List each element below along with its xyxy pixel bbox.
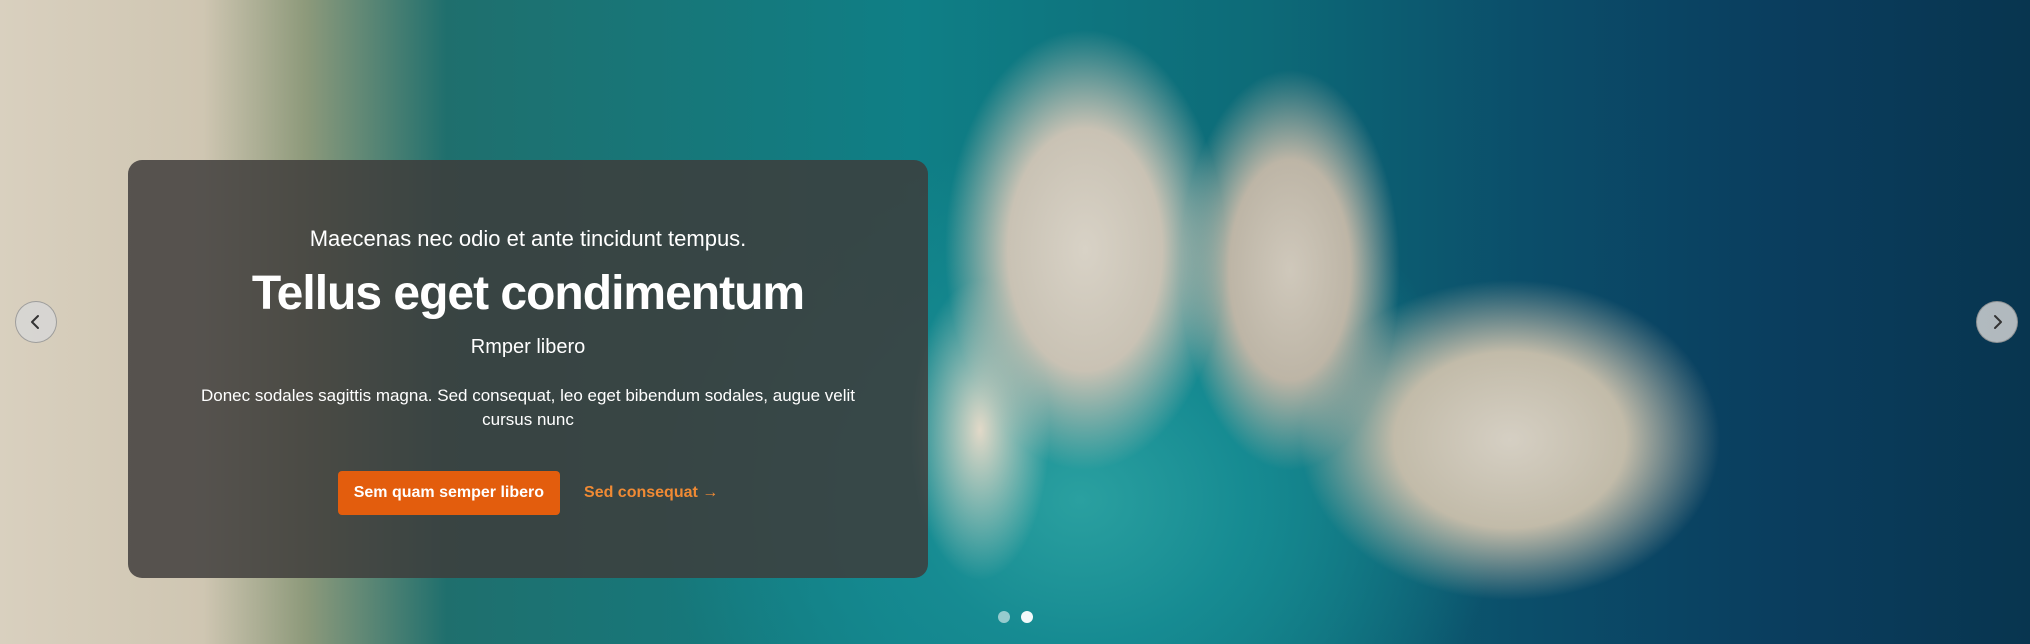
chevron-right-icon bbox=[1994, 315, 2002, 329]
secondary-cta-link[interactable]: Sed consequat → bbox=[584, 484, 718, 502]
hero-subtitle: Rmper libero bbox=[470, 336, 586, 358]
carousel-dot-2[interactable] bbox=[1020, 611, 1033, 623]
carousel-next-button[interactable] bbox=[1976, 301, 2018, 343]
hero-actions: Sem quam semper libero Sed consequat → bbox=[128, 471, 928, 515]
hero-description: Donec sodales sagittis magna. Sed conseq… bbox=[201, 386, 855, 429]
hero-eyebrow: Maecenas nec odio et ante tincidunt temp… bbox=[309, 226, 747, 251]
carousel-dot-1[interactable] bbox=[997, 611, 1010, 623]
hero-title: Tellus eget condimentum bbox=[251, 267, 805, 320]
primary-cta-button[interactable]: Sem quam semper libero bbox=[337, 471, 561, 515]
carousel-indicators bbox=[0, 611, 2030, 623]
hero-caption-panel: Maecenas nec odio et ante tincidunt temp… bbox=[128, 160, 928, 578]
chevron-left-icon bbox=[31, 315, 39, 329]
carousel-prev-button[interactable] bbox=[15, 301, 57, 343]
hero-carousel: Maecenas nec odio et ante tincidunt temp… bbox=[0, 0, 2030, 644]
